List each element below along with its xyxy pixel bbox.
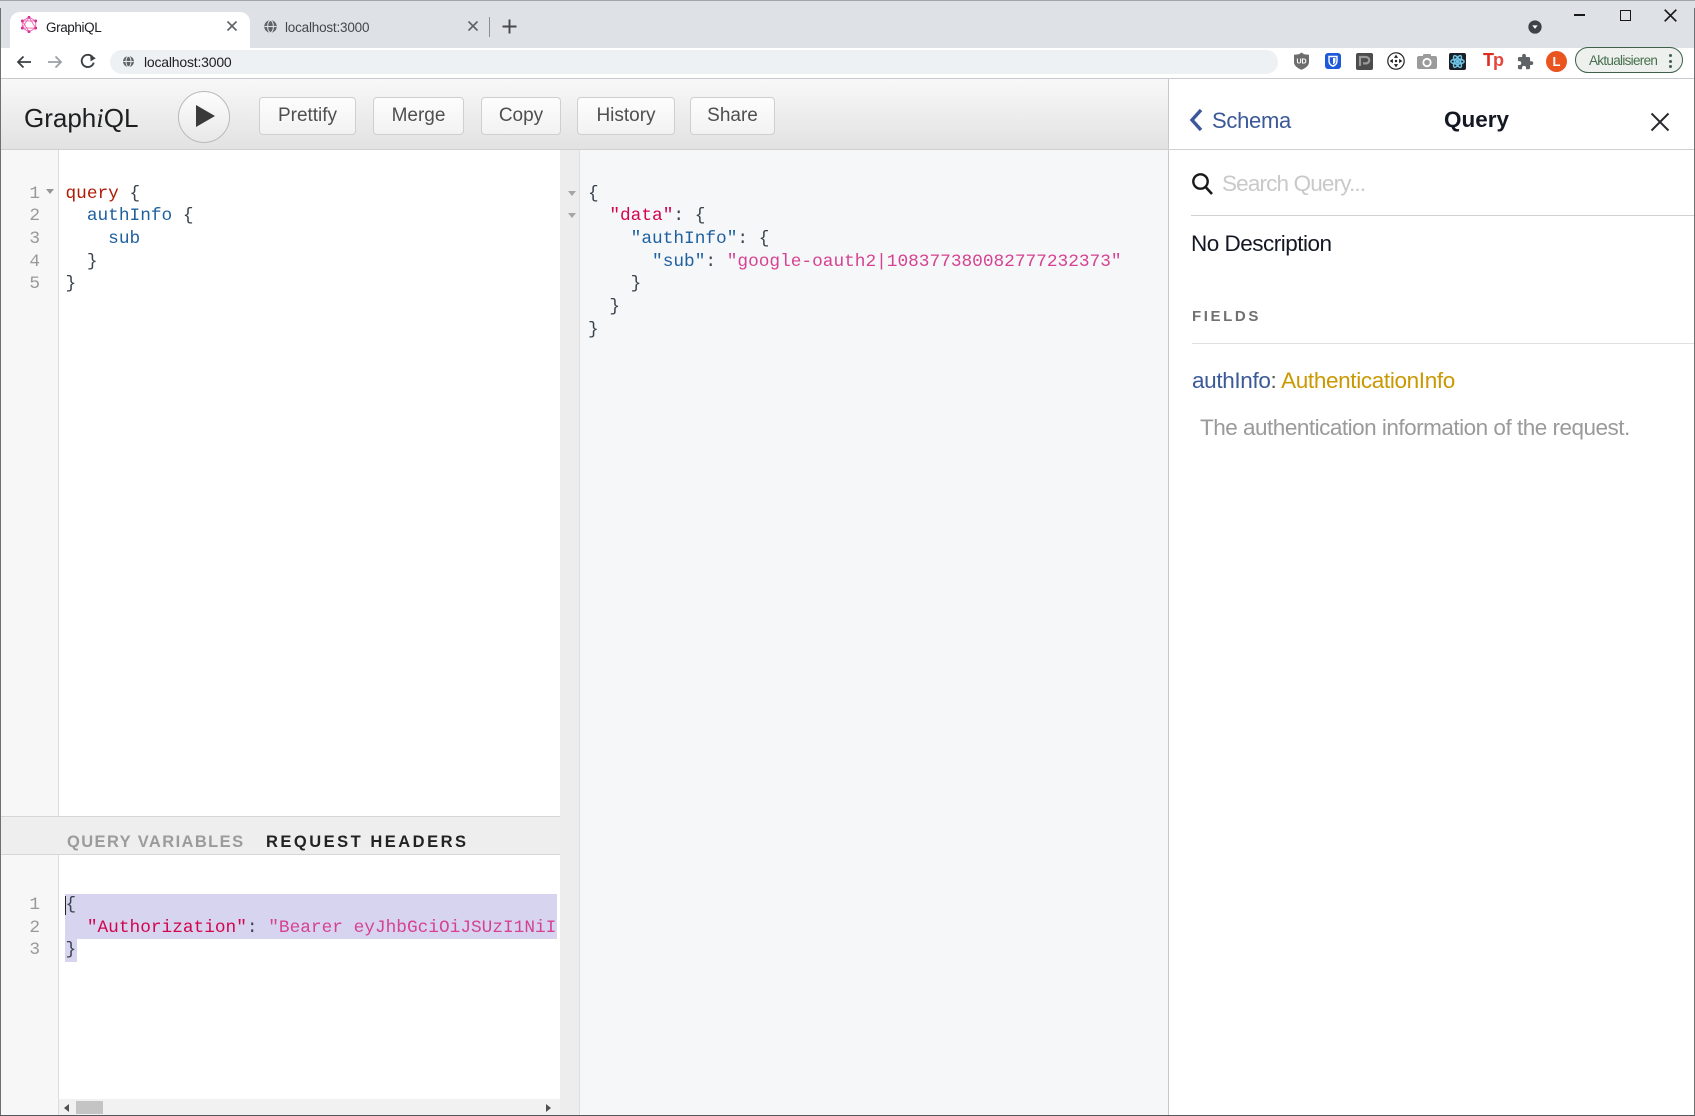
svg-text:UD: UD xyxy=(1296,59,1306,66)
